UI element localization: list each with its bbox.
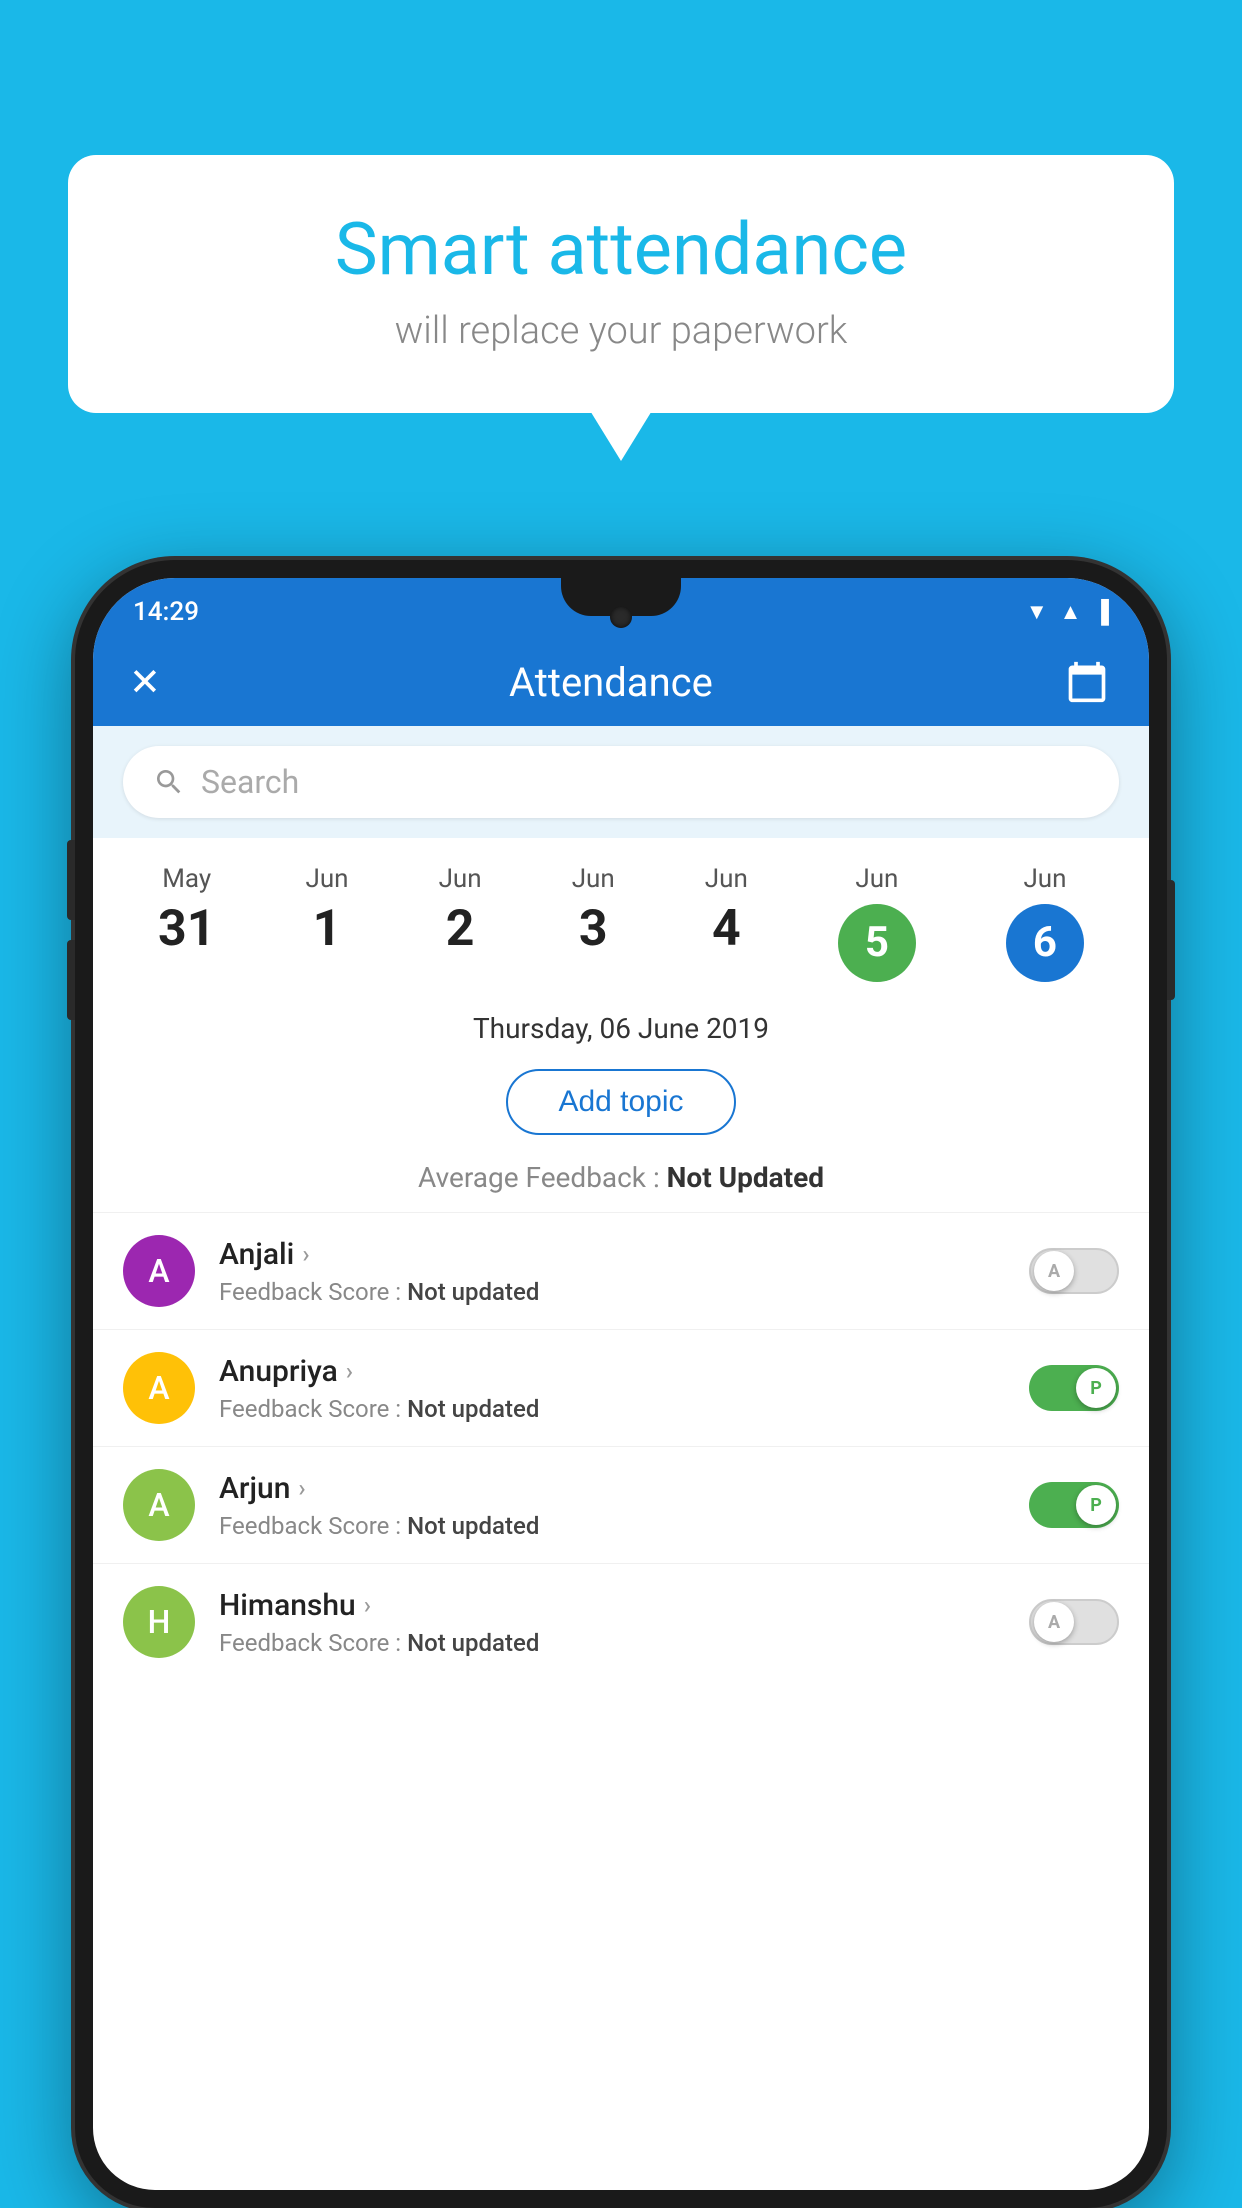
student-name-himanshu: Himanshu ›: [219, 1588, 1005, 1623]
date-number-4: 4: [712, 904, 741, 954]
feedback-score-himanshu: Feedback Score : Not updated: [219, 1629, 1005, 1657]
bubble-title: Smart attendance: [128, 210, 1114, 289]
toggle-himanshu[interactable]: A: [1029, 1599, 1119, 1645]
date-item-5[interactable]: Jun 5: [820, 856, 934, 990]
add-topic-container: Add topic: [93, 1053, 1149, 1151]
battery-icon: ▐: [1093, 599, 1109, 625]
student-item-1[interactable]: A Anupriya › Feedback Score : Not update…: [93, 1329, 1149, 1446]
search-icon: [153, 766, 185, 798]
front-camera: [610, 606, 632, 628]
student-name-anjali: Anjali ›: [219, 1237, 1005, 1272]
date-number-3: 3: [579, 904, 608, 954]
chevron-icon: ›: [364, 1591, 371, 1619]
date-month-6: Jun: [1023, 864, 1066, 894]
date-number-0: 31: [158, 904, 215, 954]
chevron-icon: ›: [346, 1357, 353, 1385]
date-number-2: 2: [446, 904, 475, 954]
close-button[interactable]: ✕: [129, 660, 161, 705]
avg-feedback-label: Average Feedback : Not Updated: [418, 1161, 824, 1194]
student-item-3[interactable]: H Himanshu › Feedback Score : Not update…: [93, 1563, 1149, 1680]
feedback-score-anupriya: Feedback Score : Not updated: [219, 1395, 1005, 1423]
calendar-icon: [1065, 660, 1109, 704]
date-item-0[interactable]: May 31: [140, 856, 233, 990]
avatar-anjali: A: [123, 1235, 195, 1307]
date-month-2: Jun: [439, 864, 482, 894]
calendar-button[interactable]: [1061, 656, 1113, 708]
student-info-himanshu: Himanshu › Feedback Score : Not updated: [219, 1588, 1005, 1657]
student-name-arjun: Arjun ›: [219, 1471, 1005, 1506]
vol-up-button: [67, 840, 75, 920]
student-item-2[interactable]: A Arjun › Feedback Score : Not updated P: [93, 1446, 1149, 1563]
phone-notch: [561, 578, 681, 616]
toggle-knob-anjali: A: [1034, 1251, 1074, 1291]
date-month-4: Jun: [705, 864, 748, 894]
student-name-anupriya: Anupriya ›: [219, 1354, 1005, 1389]
toggle-anjali[interactable]: A: [1029, 1248, 1119, 1294]
feedback-score-arjun: Feedback Score : Not updated: [219, 1512, 1005, 1540]
phone-frame: 14:29 ▼ ▲ ▐ ✕ Attendance Search: [75, 560, 1167, 2208]
search-container: Search: [93, 726, 1149, 838]
date-item-1[interactable]: Jun 1: [287, 856, 366, 990]
attendance-toggle-anjali[interactable]: A: [1029, 1248, 1119, 1294]
toggle-knob-arjun: P: [1076, 1485, 1116, 1525]
status-time: 14:29: [133, 597, 199, 627]
date-item-2[interactable]: Jun 2: [421, 856, 500, 990]
today-circle: 5: [838, 904, 916, 982]
student-list: A Anjali › Feedback Score : Not updated …: [93, 1212, 1149, 1680]
toggle-arjun[interactable]: P: [1029, 1482, 1119, 1528]
date-month-1: Jun: [305, 864, 348, 894]
add-topic-button[interactable]: Add topic: [506, 1069, 735, 1135]
speech-bubble-container: Smart attendance will replace your paper…: [68, 155, 1174, 413]
student-info-anjali: Anjali › Feedback Score : Not updated: [219, 1237, 1005, 1306]
date-number-6: 6: [1033, 922, 1057, 964]
bubble-subtitle: will replace your paperwork: [128, 309, 1114, 353]
date-scroller[interactable]: May 31 Jun 1 Jun 2 Jun 3 Jun 4 Jun: [93, 838, 1149, 990]
attendance-toggle-anupriya[interactable]: P: [1029, 1365, 1119, 1411]
chevron-icon: ›: [298, 1474, 305, 1502]
speech-bubble: Smart attendance will replace your paper…: [68, 155, 1174, 413]
student-info-arjun: Arjun › Feedback Score : Not updated: [219, 1471, 1005, 1540]
selected-circle: 6: [1006, 904, 1084, 982]
attendance-toggle-himanshu[interactable]: A: [1029, 1599, 1119, 1645]
student-item-0[interactable]: A Anjali › Feedback Score : Not updated …: [93, 1212, 1149, 1329]
date-item-3[interactable]: Jun 3: [554, 856, 633, 990]
vol-down-button: [67, 940, 75, 1020]
signal-icon: ▲: [1060, 599, 1082, 625]
search-placeholder: Search: [201, 763, 299, 801]
avatar-anupriya: A: [123, 1352, 195, 1424]
toggle-knob-anupriya: P: [1076, 1368, 1116, 1408]
app-bar: ✕ Attendance: [93, 638, 1149, 726]
student-info-anupriya: Anupriya › Feedback Score : Not updated: [219, 1354, 1005, 1423]
date-month-5: Jun: [855, 864, 898, 894]
app-bar-title: Attendance: [509, 659, 713, 706]
attendance-toggle-arjun[interactable]: P: [1029, 1482, 1119, 1528]
avg-feedback: Average Feedback : Not Updated: [93, 1151, 1149, 1212]
date-item-6[interactable]: Jun 6: [988, 856, 1102, 990]
selected-date-text: Thursday, 06 June 2019: [473, 1012, 769, 1045]
status-icons: ▼ ▲ ▐: [1026, 599, 1109, 625]
date-number-1: 1: [313, 904, 342, 954]
date-item-4[interactable]: Jun 4: [687, 856, 766, 990]
phone-screen: 14:29 ▼ ▲ ▐ ✕ Attendance Search: [93, 578, 1149, 2190]
wifi-icon: ▼: [1026, 599, 1048, 625]
date-month-0: May: [162, 864, 211, 894]
avatar-himanshu: H: [123, 1586, 195, 1658]
search-bar[interactable]: Search: [123, 746, 1119, 818]
selected-date-info: Thursday, 06 June 2019: [93, 990, 1149, 1053]
date-number-5: 5: [865, 922, 889, 964]
toggle-knob-himanshu: A: [1034, 1602, 1074, 1642]
avatar-arjun: A: [123, 1469, 195, 1541]
feedback-score-anjali: Feedback Score : Not updated: [219, 1278, 1005, 1306]
date-month-3: Jun: [572, 864, 615, 894]
power-button: [1167, 880, 1175, 1000]
toggle-anupriya[interactable]: P: [1029, 1365, 1119, 1411]
chevron-icon: ›: [302, 1240, 309, 1268]
